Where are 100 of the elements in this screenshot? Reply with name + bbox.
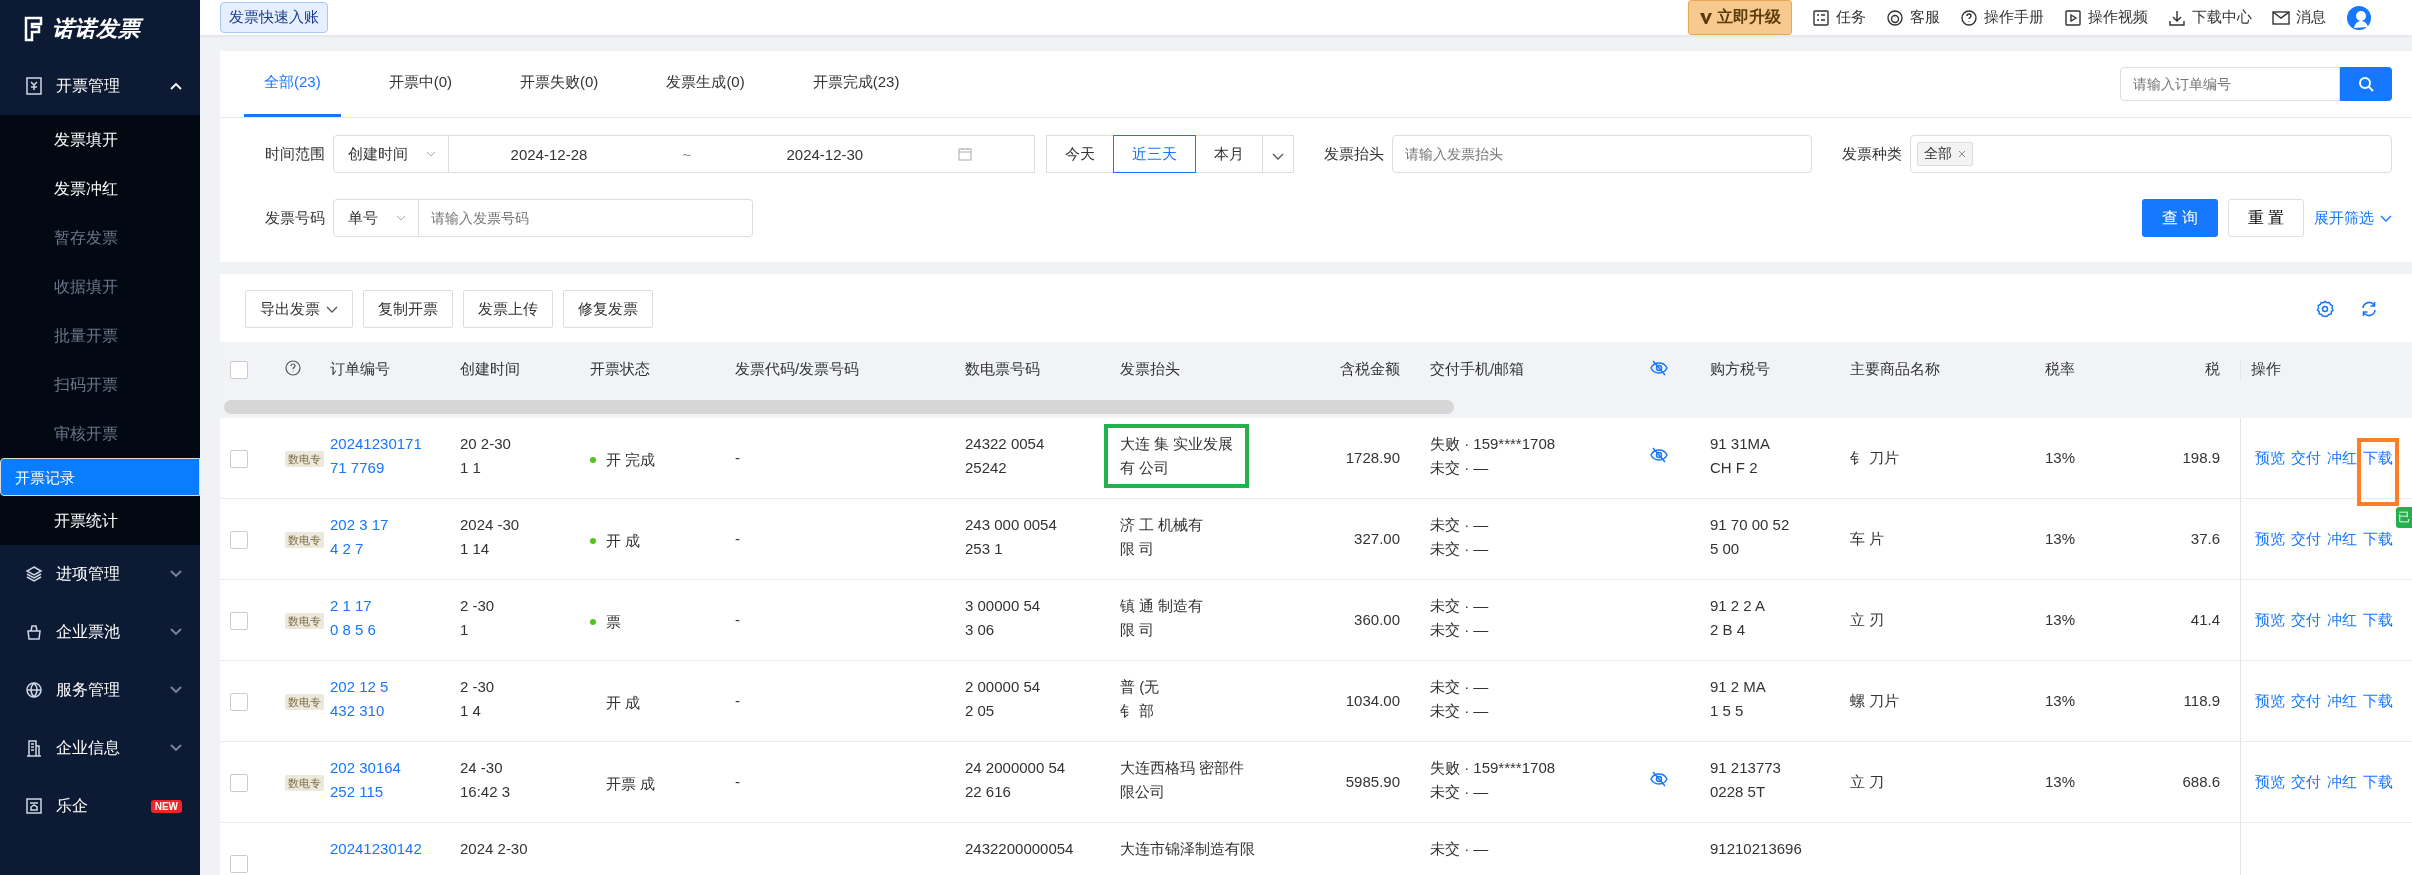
menu-group-label: 乐企	[56, 795, 89, 816]
status-text: 票	[590, 610, 621, 634]
quick-entry-tag[interactable]: 发票快速入账	[220, 2, 328, 33]
toolbar-button[interactable]: 复制开票	[363, 290, 453, 328]
e-invoice-number: 24322 0054 25242	[965, 434, 1046, 478]
row-checkbox[interactable]	[230, 774, 248, 793]
menu-group[interactable]: 企业票池	[0, 603, 200, 661]
avatar-icon[interactable]	[2346, 4, 2372, 31]
select-all-checkbox[interactable]	[230, 360, 248, 379]
tab[interactable]: 发票生成(0)	[646, 51, 765, 117]
top-link[interactable]: 操作视频	[2064, 8, 2148, 27]
row-checkbox[interactable]	[230, 855, 248, 874]
menu-group[interactable]: 乐企 NEW	[0, 777, 200, 835]
invoice-type-tag: 数电专	[285, 694, 324, 710]
caret-icon	[1272, 152, 1284, 160]
menu-group[interactable]: 进项管理	[0, 545, 200, 603]
invoice-type-tag: 数电专	[285, 451, 324, 467]
chevron-up-icon	[170, 82, 182, 90]
top-link[interactable]: 下载中心	[2168, 8, 2252, 27]
row-checkbox[interactable]	[230, 612, 248, 631]
invoice-type-tag: 数电专	[285, 613, 324, 629]
tab[interactable]: 开票失败(0)	[500, 51, 619, 117]
invoice-number-field[interactable]: 请输入发票号码	[419, 199, 753, 237]
close-icon[interactable]	[1958, 150, 1966, 158]
eye-off-icon[interactable]	[1650, 447, 1668, 463]
top-link[interactable]: 消息	[2272, 8, 2326, 27]
date-preset-button[interactable]: 今天	[1046, 135, 1114, 173]
menu-group-label: 服务管理	[56, 679, 121, 700]
top-link[interactable]: 操作手册	[1960, 8, 2044, 27]
order-search-field[interactable]: 请输入订单编号	[2120, 67, 2340, 101]
action-link[interactable]: 下载	[2357, 438, 2399, 506]
menu-item[interactable]: 发票填开	[0, 115, 200, 164]
created-time: 2 -30 1 4	[460, 677, 496, 721]
help-icon[interactable]	[285, 359, 301, 376]
menu-group[interactable]: 服务管理	[0, 661, 200, 719]
order-number-link[interactable]: 20241230171 71 7769	[330, 432, 422, 480]
download-icon	[2168, 8, 2186, 27]
eye-off-icon[interactable]	[1650, 771, 1668, 787]
dropdown-button[interactable]	[1262, 135, 1294, 173]
row-checkbox[interactable]	[230, 693, 248, 712]
row-checkbox[interactable]	[230, 531, 248, 550]
order-number-link[interactable]: 202 3 17 4 2 7	[330, 513, 389, 561]
menu-item[interactable]: 发票冲红	[0, 164, 200, 213]
delivery-info: 失败 · 159****1708 未交 · —	[1430, 758, 1557, 802]
order-number-link[interactable]: 2 1 17 0 8 5 6	[330, 594, 376, 642]
toolbar-button[interactable]: 导出发票	[245, 290, 353, 328]
buyer-tax-id: 91210213696	[1710, 839, 1803, 859]
receipt-icon	[24, 76, 44, 96]
mail-icon	[2272, 8, 2290, 27]
menu-group[interactable]: 开票管理	[0, 57, 200, 115]
created-time: 20 2-30 1 1	[460, 434, 512, 478]
date-preset-button[interactable]: 近三天	[1113, 135, 1196, 173]
date-range-field[interactable]: 2024-12-28 ~ 2024-12-30	[449, 135, 1035, 173]
upgrade-button[interactable]: 立即升级	[1688, 0, 1792, 35]
buyer-tax-id: 91 213773 0228 5T	[1710, 758, 1782, 802]
caret-icon	[2380, 214, 2392, 222]
tab[interactable]: 开票完成(23)	[792, 51, 920, 117]
order-number-link[interactable]: 202 12 5 432 310	[330, 675, 389, 723]
reset-button[interactable]: 重 置	[2228, 199, 2304, 237]
toolbar-button[interactable]: 修复发票	[563, 290, 653, 328]
column-header: 数电票号码	[965, 359, 1040, 377]
number-type-select[interactable]: 单号	[333, 199, 419, 237]
row-checkbox[interactable]	[230, 450, 248, 469]
e-invoice-number: 2 00000 54 2 05	[965, 677, 1042, 721]
search-button[interactable]	[2340, 67, 2392, 101]
invoice-kind-select[interactable]: 全部	[1910, 135, 2392, 173]
invoice-type-tag: 数电专	[285, 775, 324, 791]
date-preset-button[interactable]: 本月	[1195, 135, 1263, 173]
tab[interactable]: 开票中(0)	[368, 51, 473, 117]
tax-amount: 37.6	[2190, 530, 2220, 547]
filter-label: 发票种类	[1842, 144, 1902, 164]
menu-item[interactable]: 开票记录	[0, 458, 200, 496]
order-number-link[interactable]: 202 30164 252 115	[330, 756, 401, 804]
menu-group-label: 企业票池	[56, 621, 121, 642]
invoice-title-field[interactable]: 请输入发票抬头	[1392, 135, 1812, 173]
toolbar-button[interactable]: 发票上传	[463, 290, 553, 328]
top-link[interactable]: 客服	[1886, 8, 1940, 27]
order-number-link[interactable]: 20241230142	[330, 837, 422, 861]
refresh-icon[interactable]	[2360, 300, 2378, 318]
column-header: 主要商品名称	[1850, 359, 1940, 377]
tax-amount: 688.6	[2182, 773, 2220, 790]
time-type-select[interactable]: 创建时间	[333, 135, 449, 173]
goods-name: 立 刃	[1850, 611, 1885, 628]
building-icon	[24, 738, 44, 758]
buyer-tax-id: 91 2 2 A 2 B 4	[1710, 596, 1767, 640]
delivery-info: 未交 · — 未交 · —	[1430, 596, 1490, 640]
side-tab[interactable]: 已	[2396, 507, 2412, 528]
settings-icon[interactable]	[2316, 300, 2334, 318]
eye-off-icon[interactable]	[1650, 359, 1668, 376]
top-link[interactable]: 任务	[1812, 8, 1866, 27]
invoice-title: 普 (无 钅 部	[1119, 677, 1161, 721]
amount-cell: 1728.90	[1345, 449, 1400, 466]
tab[interactable]: 全部(23)	[244, 51, 341, 117]
menu-item[interactable]: 开票统计	[0, 496, 200, 545]
caret-icon	[426, 151, 436, 157]
expand-filter-link[interactable]: 展开筛选	[2314, 208, 2392, 228]
horizontal-scrollbar[interactable]	[224, 400, 1454, 414]
menu-group[interactable]: 企业信息	[0, 719, 200, 777]
created-time: 2024 -30 1 14	[460, 515, 521, 559]
query-button[interactable]: 查 询	[2142, 199, 2218, 237]
